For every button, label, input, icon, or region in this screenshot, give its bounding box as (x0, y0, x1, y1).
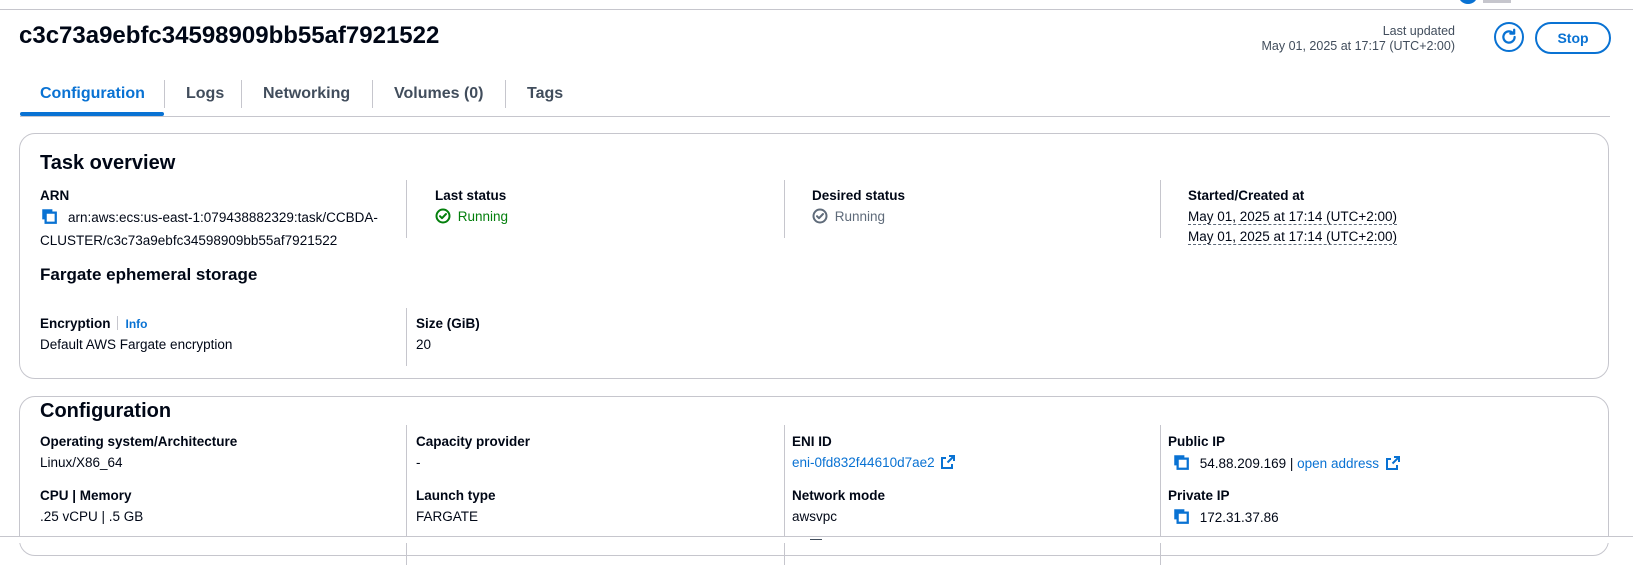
size-label: Size (GiB) (416, 316, 480, 331)
top-divider (0, 9, 1633, 10)
tab-divider (164, 80, 165, 108)
launch-type-label: Launch type (416, 488, 496, 503)
column-divider (406, 180, 407, 238)
eni-link[interactable]: eni-0fd832f44610d7ae2 (792, 455, 935, 470)
last-updated: Last updated May 01, 2025 at 17:17 (UTC+… (1261, 24, 1455, 54)
copy-public-ip-button[interactable] (1172, 453, 1194, 477)
encryption-label: Encryption Info (40, 316, 148, 331)
public-ip-separator: | (1289, 456, 1294, 471)
cpu-value: .25 vCPU | .5 GB (40, 509, 144, 524)
configuration-heading: Configuration (40, 400, 172, 422)
copy-icon (1174, 455, 1189, 470)
refresh-icon (1502, 28, 1516, 44)
copy-icon (42, 209, 57, 224)
tab-bar: Configuration Logs Networking Volumes (0… (20, 74, 1610, 117)
tab-configuration[interactable]: Configuration (40, 74, 145, 114)
arn-label: ARN (40, 188, 70, 203)
private-ip-text: 172.31.37.86 (1199, 510, 1279, 525)
last-status-text: Running (457, 209, 509, 224)
task-overview-heading: Task overview (40, 152, 176, 174)
last-updated-value: May 01, 2025 at 17:17 (UTC+2:00) (1261, 39, 1455, 53)
capacity-label: Capacity provider (416, 434, 531, 449)
column-divider (784, 180, 785, 238)
size-value: 20 (416, 337, 432, 352)
started-label: Started/Created at (1188, 188, 1305, 203)
eni-value: eni-0fd832f44610d7ae2 (792, 453, 956, 473)
network-mode-label: Network mode (792, 488, 886, 503)
info-divider (116, 316, 118, 330)
copy-arn-button[interactable] (40, 207, 62, 231)
ephemeral-storage-heading: Fargate ephemeral storage (40, 265, 258, 284)
os-value: Linux/X86_64 (40, 455, 123, 470)
tab-volumes[interactable]: Volumes (0) (394, 74, 484, 114)
last-updated-label: Last updated (1382, 24, 1455, 38)
tab-networking[interactable]: Networking (263, 74, 350, 114)
top-bar-accent (1458, 0, 1478, 4)
configuration-card: Configuration Operating system/Architect… (19, 396, 1609, 565)
top-bar-fragment (1483, 0, 1511, 3)
desired-status-value: Running (812, 207, 885, 227)
status-success-icon (435, 208, 451, 224)
column-divider (784, 425, 785, 565)
copy-icon (1174, 509, 1189, 524)
desired-status-label: Desired status (812, 188, 906, 203)
resize-handle[interactable] (810, 539, 822, 540)
tab-logs[interactable]: Logs (186, 74, 224, 114)
last-status-value: Running (435, 207, 508, 227)
private-ip-label: Private IP (1168, 488, 1230, 503)
created-timestamp[interactable]: May 01, 2025 at 17:14 (UTC+2:00) (1188, 229, 1397, 245)
os-label: Operating system/Architecture (40, 434, 238, 449)
public-ip-text: 54.88.209.169 (1199, 456, 1287, 471)
arn-line-2: CLUSTER/c3c73a9ebfc34598909bb55af7921522 (40, 233, 338, 248)
public-ip-value: 54.88.209.169 | open address (1168, 453, 1401, 477)
private-ip-value: 172.31.37.86 (1168, 507, 1279, 531)
column-divider (1160, 180, 1161, 238)
network-mode-value: awsvpc (792, 509, 838, 524)
cpu-label: CPU | Memory (40, 488, 132, 503)
arn-value: arn:aws:ecs:us-east-1:079438882329:task/… (40, 207, 390, 251)
desired-status-text: Running (834, 209, 886, 224)
encryption-value: Default AWS Fargate encryption (40, 337, 233, 352)
created-value: May 01, 2025 at 17:14 (UTC+2:00) (1188, 227, 1397, 247)
page-title: c3c73a9ebfc34598909bb55af7921522 (19, 22, 440, 49)
eni-label: ENI ID (792, 434, 832, 449)
tab-divider (241, 80, 242, 108)
tab-divider (505, 80, 506, 108)
task-overview-card: Task overview ARN arn:aws:ecs:us-east-1:… (19, 133, 1609, 379)
encryption-label-text: Encryption (40, 316, 111, 331)
last-status-label: Last status (435, 188, 507, 203)
copy-private-ip-button[interactable] (1172, 507, 1194, 531)
public-ip-label: Public IP (1168, 434, 1226, 449)
tab-divider (372, 80, 373, 108)
active-tab-indicator (20, 112, 164, 116)
started-value: May 01, 2025 at 17:14 (UTC+2:00) (1188, 207, 1397, 227)
column-divider (1160, 425, 1161, 565)
tab-tags[interactable]: Tags (527, 74, 563, 114)
column-divider (406, 308, 407, 366)
column-divider (406, 425, 407, 565)
external-link-icon[interactable] (1385, 455, 1401, 471)
stop-button[interactable]: Stop (1535, 22, 1611, 54)
arn-line-1: arn:aws:ecs:us-east-1:079438882329:task/… (68, 210, 378, 225)
refresh-button[interactable] (1494, 22, 1524, 52)
capacity-value: - (416, 455, 421, 470)
info-link[interactable]: Info (126, 317, 148, 331)
status-stopped-icon (812, 208, 828, 224)
started-timestamp[interactable]: May 01, 2025 at 17:14 (UTC+2:00) (1188, 209, 1397, 225)
open-address-link[interactable]: open address (1297, 456, 1379, 471)
bottom-bar (0, 537, 1633, 543)
launch-type-value: FARGATE (416, 509, 479, 524)
external-link-icon[interactable] (940, 454, 956, 470)
